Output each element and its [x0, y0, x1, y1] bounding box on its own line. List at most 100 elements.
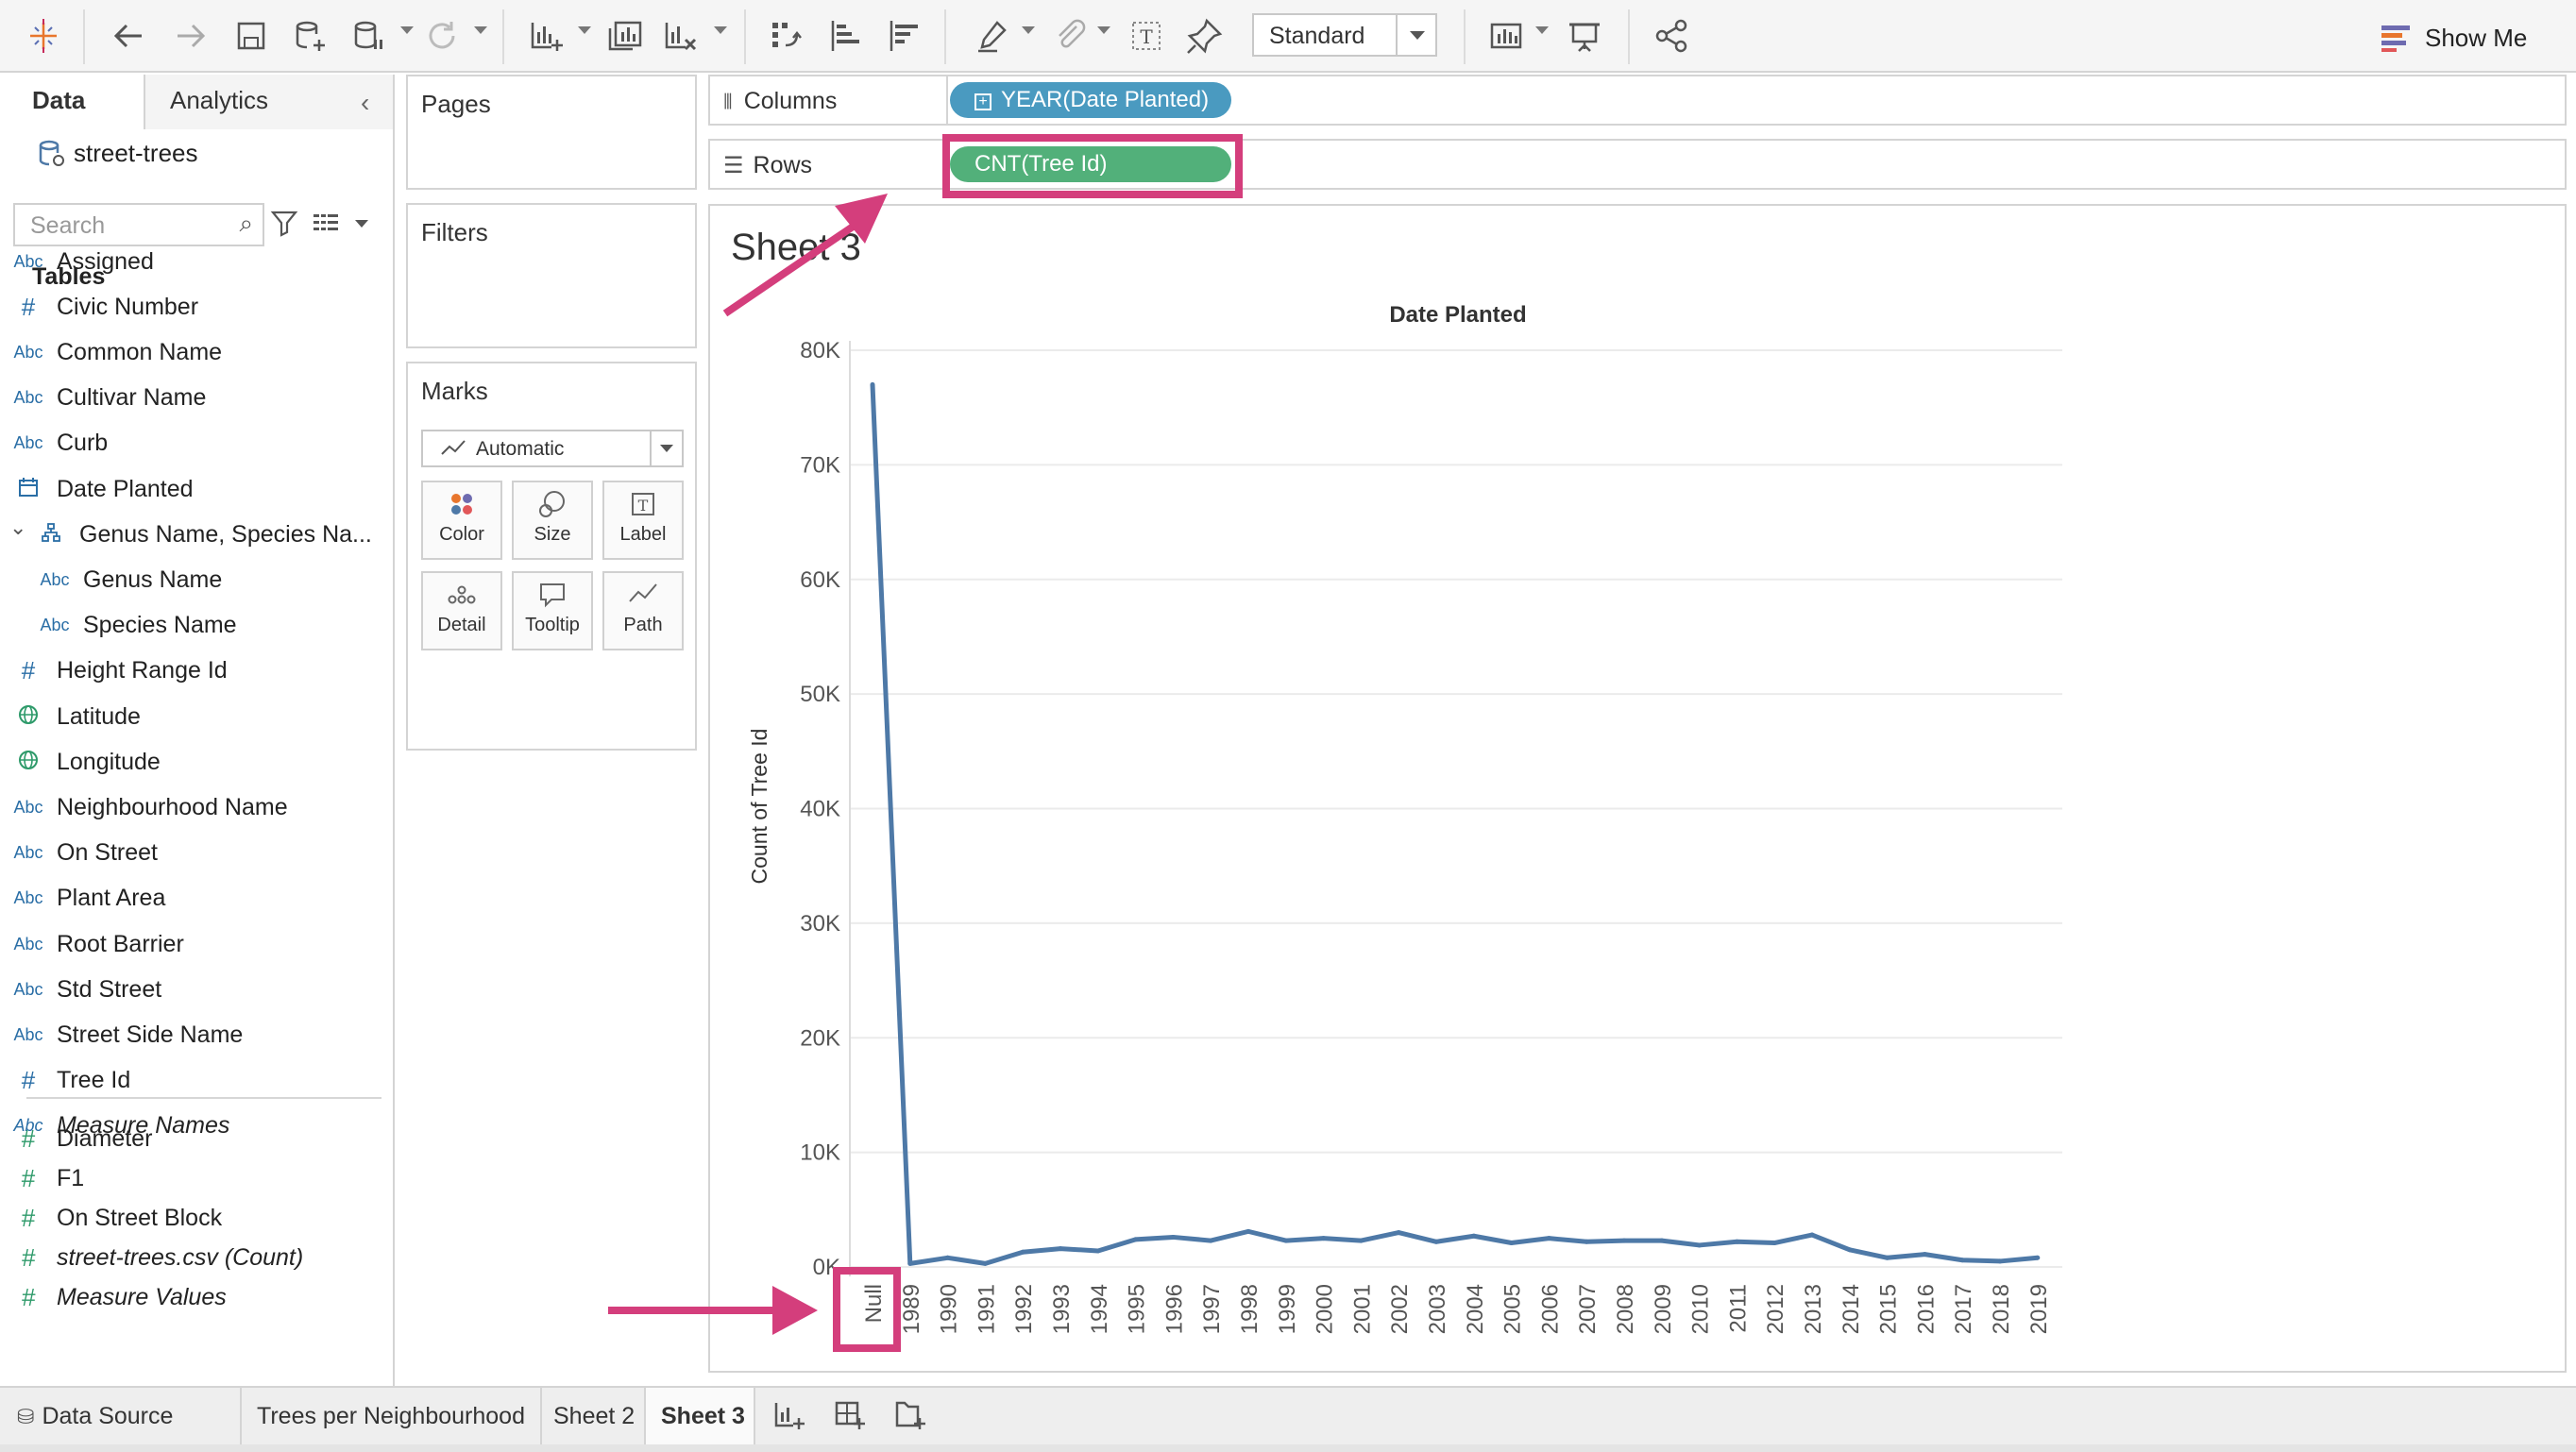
data-point[interactable] — [1809, 1232, 1815, 1238]
clear-sheet-icon[interactable] — [657, 13, 703, 59]
data-point[interactable] — [1771, 1241, 1777, 1246]
data-point[interactable] — [1697, 1242, 1703, 1248]
columns-shelf[interactable]: ⦀ Columns + YEAR(Date Planted) — [708, 75, 2567, 126]
show-cards-icon[interactable] — [1484, 13, 1530, 59]
field-item[interactable]: Abc Common Name — [0, 333, 393, 371]
data-point[interactable] — [870, 381, 875, 387]
data-point[interactable] — [1546, 1236, 1551, 1241]
undo-icon[interactable] — [106, 13, 151, 59]
new-datasource-icon[interactable] — [287, 13, 332, 59]
series-line[interactable] — [870, 384, 2039, 1266]
field-item[interactable]: Abc Cultivar Name — [0, 380, 393, 417]
data-point[interactable] — [1471, 1233, 1477, 1239]
data-point[interactable] — [1997, 1258, 2003, 1264]
field-item[interactable]: Abc Neighbourhood Name — [0, 788, 393, 826]
sort-ascending-icon[interactable] — [823, 13, 869, 59]
data-point[interactable] — [982, 1260, 988, 1266]
data-point[interactable] — [1621, 1238, 1627, 1243]
sort-descending-icon[interactable] — [882, 13, 927, 59]
size-button[interactable]: Size — [512, 481, 593, 560]
swap-rows-columns-icon[interactable] — [763, 13, 808, 59]
data-point[interactable] — [907, 1260, 913, 1266]
pages-card[interactable]: Pages — [406, 75, 697, 190]
collapse-pane-icon[interactable]: ‹ — [361, 88, 369, 118]
field-item[interactable]: Abc Curb — [0, 425, 393, 463]
field-item[interactable]: Abc Assigned — [0, 243, 393, 280]
highlight-icon[interactable] — [971, 13, 1016, 59]
filters-card[interactable]: Filters — [406, 203, 697, 348]
fix-axes-icon[interactable] — [1182, 13, 1228, 59]
data-point[interactable] — [945, 1255, 951, 1260]
measure-item[interactable]: # street-trees.csv (Count) — [0, 1239, 393, 1276]
data-point[interactable] — [1396, 1230, 1401, 1236]
field-item[interactable]: # Civic Number — [0, 288, 393, 326]
field-item[interactable]: Abc Genus Name — [0, 561, 393, 599]
field-item[interactable]: ⌄ Genus Name, Species Na... — [0, 515, 393, 553]
search-input[interactable]: Search ⌕ — [13, 203, 264, 246]
datasource-item[interactable]: street-trees — [38, 139, 198, 168]
data-point[interactable] — [1433, 1239, 1439, 1244]
data-point[interactable] — [1170, 1234, 1176, 1240]
data-point[interactable] — [1509, 1241, 1515, 1246]
field-item[interactable]: Abc Species Name — [0, 607, 393, 645]
data-point[interactable] — [1208, 1238, 1213, 1243]
tableau-logo-icon[interactable] — [21, 13, 66, 59]
show-me-button[interactable]: Show Me — [2381, 19, 2527, 57]
columns-pill[interactable]: + YEAR(Date Planted) — [950, 82, 1231, 118]
color-button[interactable]: Color — [421, 481, 502, 560]
fit-dropdown[interactable]: Standard — [1252, 13, 1437, 57]
detail-button[interactable]: Detail — [421, 571, 502, 650]
field-item[interactable]: # Height Range Id — [0, 652, 393, 690]
measure-item[interactable]: # F1 — [0, 1159, 393, 1197]
share-icon[interactable] — [1649, 13, 1694, 59]
tab-data[interactable]: Data — [0, 75, 145, 129]
label-button[interactable]: T Label — [602, 481, 684, 560]
refresh-icon[interactable] — [419, 13, 465, 59]
measure-item[interactable]: # Measure Values — [0, 1278, 393, 1316]
field-item[interactable]: # Tree Id — [0, 1062, 393, 1100]
field-item[interactable]: Abc Plant Area — [0, 880, 393, 918]
view-options-icon[interactable] — [312, 211, 344, 237]
tab-analytics[interactable]: Analytics — [145, 75, 393, 129]
filter-icon[interactable] — [270, 209, 300, 239]
field-item[interactable]: Abc Street Side Name — [0, 1016, 393, 1054]
tab-sheet-2[interactable]: Sheet 2 — [542, 1388, 646, 1444]
path-button[interactable]: Path — [602, 571, 684, 650]
measure-item[interactable]: # On Street Block — [0, 1199, 393, 1237]
data-point[interactable] — [2035, 1255, 2041, 1260]
presentation-mode-icon[interactable] — [1562, 13, 1607, 59]
tab-trees-per-neighbourhood[interactable]: Trees per Neighbourhood — [242, 1388, 542, 1444]
new-worksheet-icon[interactable] — [523, 13, 568, 59]
field-item[interactable]: Latitude — [0, 698, 393, 735]
data-point[interactable] — [1020, 1249, 1025, 1255]
new-worksheet-icon[interactable] — [772, 1399, 806, 1438]
data-point[interactable] — [1922, 1252, 1927, 1258]
data-point[interactable] — [1734, 1239, 1739, 1244]
data-point[interactable] — [1659, 1238, 1665, 1243]
show-mark-labels-icon[interactable]: T — [1124, 13, 1169, 59]
tooltip-button[interactable]: Tooltip — [512, 571, 593, 650]
data-point[interactable] — [1885, 1255, 1890, 1260]
redo-icon[interactable] — [168, 13, 213, 59]
data-point[interactable] — [1095, 1248, 1101, 1254]
measure-item[interactable]: # Diameter — [0, 1120, 393, 1157]
tab-data-source[interactable]: ⛁ Data Source — [0, 1388, 242, 1444]
data-point[interactable] — [1246, 1228, 1251, 1234]
duplicate-sheet-icon[interactable] — [602, 13, 648, 59]
chevron-down-icon[interactable]: ⌄ — [9, 515, 26, 540]
data-point[interactable] — [1283, 1238, 1289, 1243]
new-dashboard-icon[interactable] — [833, 1399, 867, 1438]
data-point[interactable] — [1133, 1237, 1139, 1242]
tab-sheet-3[interactable]: Sheet 3 — [646, 1388, 755, 1444]
field-item[interactable]: Abc Std Street — [0, 971, 393, 1008]
data-point[interactable] — [1058, 1246, 1063, 1252]
field-item[interactable]: Abc On Street — [0, 835, 393, 872]
data-point[interactable] — [1584, 1239, 1589, 1244]
field-item[interactable]: Longitude — [0, 743, 393, 781]
data-point[interactable] — [1358, 1238, 1364, 1243]
new-story-icon[interactable] — [893, 1399, 927, 1438]
save-icon[interactable] — [229, 13, 274, 59]
field-item[interactable]: Date Planted — [0, 470, 393, 508]
pause-update-icon[interactable] — [346, 13, 391, 59]
chevron-down-icon[interactable] — [355, 220, 368, 228]
